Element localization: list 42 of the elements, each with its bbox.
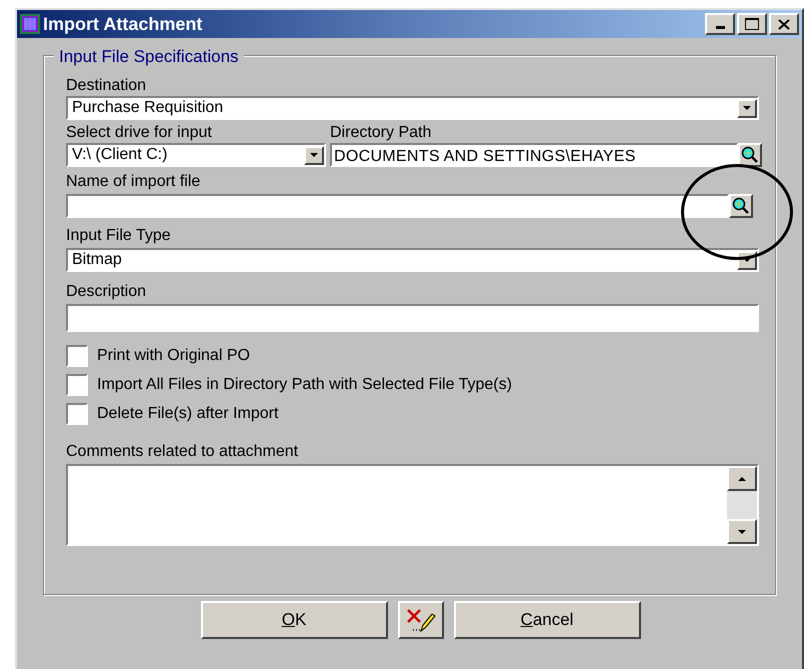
checkbox-label: Print with Original PO [97,346,250,366]
magnifier-icon [732,197,750,215]
close-button[interactable] [769,13,799,35]
field-label: Comments related to attachment [66,443,298,460]
field-label: Input File Type [66,227,171,244]
field-label: Name of import file [66,173,200,190]
up-arrow-icon [738,476,746,480]
checkbox[interactable] [66,374,88,396]
checkbox[interactable] [66,345,88,367]
file-type-select[interactable]: Bitmap [66,248,759,272]
down-arrow-icon [743,258,751,262]
maximize-icon [745,18,759,30]
magnifier-icon [741,146,759,164]
field-label: Directory Path [330,123,432,143]
down-arrow-icon [310,153,318,157]
browse-button[interactable] [738,143,762,167]
description-field[interactable] [66,304,759,332]
checkbox-label: Import All Files in Directory Path with Selected File Type(s) [97,375,512,395]
down-arrow-icon [738,530,746,534]
scrollbar[interactable] [727,466,757,544]
checkbox-label: Delete File(s) after Import [97,404,278,424]
dialog-button[interactable]: OK [200,601,388,639]
maximize-button[interactable] [737,13,767,35]
minimize-button[interactable] [705,13,735,35]
window-title: Import Attachment [43,12,204,36]
dialog-button[interactable]: Cancel [454,601,640,639]
drive-select[interactable]: V:\ (Client C:) [66,143,326,167]
directory-path-field[interactable]: DOCUMENTS AND SETTINGS\EHAYES [330,143,738,167]
import-file-field[interactable] [66,194,730,218]
field-label: Description [66,283,146,300]
checkbox[interactable] [66,403,88,425]
down-arrow-icon [743,106,751,110]
destination-select[interactable]: Purchase Requisition [66,96,759,120]
browse-button[interactable] [729,194,753,218]
app-icon [20,14,40,34]
minimize-icon [716,26,724,29]
comments-field[interactable] [66,464,759,546]
close-icon [778,18,790,30]
clear-button[interactable] [398,601,444,639]
field-label: Select drive for input [66,123,213,143]
field-label: Destination [66,76,148,96]
cross-pencil-icon [404,607,436,633]
